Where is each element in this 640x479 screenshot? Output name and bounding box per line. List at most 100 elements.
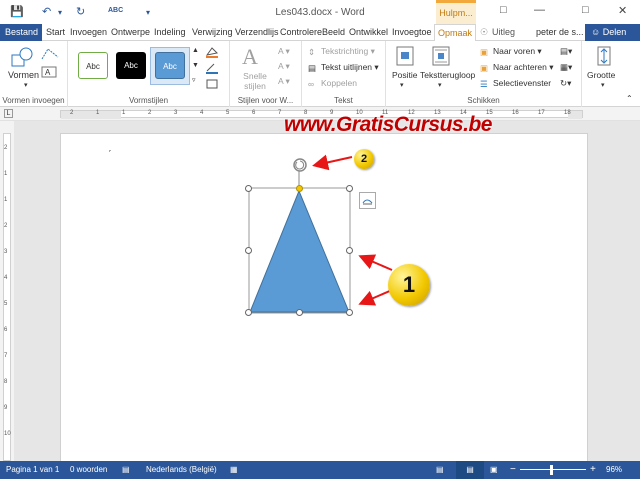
align-text-button[interactable]: ▤ Tekst uitlijnen ▾ bbox=[308, 62, 379, 73]
tab-addins[interactable]: Invoegtoe bbox=[392, 24, 432, 41]
ruler-number: 5 bbox=[226, 110, 230, 116]
resize-handle-left[interactable] bbox=[245, 247, 252, 254]
contextual-tab-group: Hulpm... bbox=[436, 0, 476, 24]
user-name[interactable]: peter de s... bbox=[536, 24, 584, 41]
shape-outline-icon[interactable] bbox=[204, 61, 224, 76]
shapes-button[interactable]: Vormen bbox=[8, 70, 39, 80]
tab-layout[interactable]: Indeling bbox=[154, 24, 186, 41]
wrap-text-icon[interactable] bbox=[432, 46, 450, 66]
svg-text:A: A bbox=[45, 68, 51, 77]
ruler-number: 18 bbox=[564, 110, 571, 116]
wrap-dropdown-icon[interactable]: ▾ bbox=[438, 81, 442, 89]
shapes-dropdown-icon[interactable]: ▾ bbox=[24, 81, 28, 89]
create-link-button[interactable]: ∞ Koppelen bbox=[308, 78, 357, 89]
vertical-ruler[interactable]: 2 1 1 2 3 4 5 6 7 8 9 10 bbox=[0, 121, 14, 461]
text-fill-icon[interactable]: A ▾ bbox=[278, 46, 290, 57]
shape-style-blue[interactable]: Abc bbox=[155, 52, 185, 79]
undo-icon[interactable]: ↶ bbox=[42, 5, 51, 18]
undo-dropdown-icon[interactable]: ▾ bbox=[58, 8, 62, 17]
send-backward-label: Naar achteren bbox=[493, 62, 547, 72]
ruler-number: 6 bbox=[252, 110, 256, 116]
shape-fill-icon[interactable] bbox=[204, 45, 224, 60]
size-icon[interactable] bbox=[596, 46, 612, 66]
vertical-ruler-number: 2 bbox=[4, 145, 8, 151]
tab-selector-icon[interactable]: L bbox=[4, 109, 13, 118]
group-wordart-styles: A Snelle stijlen A ▾ A ▾ A ▾ Stijlen voo… bbox=[230, 41, 302, 107]
resize-handle-top-left[interactable] bbox=[245, 185, 252, 192]
zoom-slider-thumb[interactable] bbox=[550, 465, 553, 475]
save-icon[interactable]: 💾 bbox=[10, 5, 24, 18]
tab-file[interactable]: Bestand bbox=[0, 24, 42, 41]
text-direction-button[interactable]: ⇕ Tekstrichting ▾ bbox=[308, 46, 375, 57]
zoom-level[interactable]: 96% bbox=[606, 461, 622, 479]
tab-references[interactable]: Verwijzing bbox=[192, 24, 233, 41]
spelling-icon[interactable]: ABC bbox=[108, 7, 123, 14]
share-button[interactable]: ☺ Delen bbox=[585, 24, 640, 41]
proofing-icon[interactable]: ▤ bbox=[122, 461, 130, 479]
person-icon: ☺ bbox=[591, 27, 603, 37]
tab-design[interactable]: Ontwerpe bbox=[111, 24, 150, 41]
tab-home[interactable]: Start bbox=[46, 24, 65, 41]
shape-effects-icon[interactable] bbox=[204, 77, 224, 92]
minimize-icon[interactable]: — bbox=[534, 4, 545, 16]
page-count[interactable]: Pagina 1 van 1 bbox=[6, 461, 59, 479]
arrow-to-rotate-handle bbox=[312, 154, 353, 171]
language[interactable]: Nederlands (België) bbox=[146, 461, 217, 479]
ruler-number: 17 bbox=[538, 110, 545, 116]
selection-pane-label: Selectievenster bbox=[493, 78, 552, 88]
ribbon: Vormen ▾ A Vormen invoegen Abc Abc Abc ▲… bbox=[0, 41, 640, 107]
zoom-in-button[interactable]: + bbox=[590, 461, 596, 479]
styles-scroll-down-icon[interactable]: ▼ bbox=[192, 62, 199, 69]
read-mode-icon[interactable]: ▤ bbox=[436, 461, 444, 479]
tell-me-box[interactable]: Uitleg bbox=[492, 24, 515, 41]
close-icon[interactable]: ✕ bbox=[618, 4, 627, 17]
shape-style-outline[interactable]: Abc bbox=[78, 52, 108, 79]
styles-scroll-up-icon[interactable]: ▲ bbox=[192, 47, 199, 54]
bring-forward-button[interactable]: ▣ Naar voren ▾ bbox=[480, 46, 542, 57]
tab-mailings[interactable]: Verzendlijs bbox=[235, 24, 279, 41]
text-outline-icon[interactable]: A ▾ bbox=[278, 61, 290, 72]
shapes-icon[interactable] bbox=[10, 46, 36, 68]
zoom-slider[interactable] bbox=[520, 469, 586, 470]
text-box-icon[interactable]: A bbox=[40, 65, 60, 79]
tab-view[interactable]: Beeld bbox=[322, 24, 345, 41]
tab-developer[interactable]: Ontwikkel bbox=[349, 24, 388, 41]
tab-format[interactable]: Opmaak bbox=[434, 24, 477, 42]
size-dropdown-icon[interactable]: ▾ bbox=[601, 81, 605, 89]
print-layout-icon[interactable]: ▤ bbox=[456, 461, 484, 479]
text-direction-label: Tekstrichting bbox=[321, 46, 369, 56]
edit-shape-icon[interactable] bbox=[40, 47, 60, 61]
vertical-ruler-number: 6 bbox=[4, 327, 8, 333]
ribbon-display-options-icon[interactable]: □ bbox=[500, 4, 507, 16]
selection-pane-button[interactable]: ☰ Selectievenster bbox=[480, 78, 551, 89]
customize-toolbar-icon[interactable]: ▾ bbox=[146, 8, 150, 17]
word-count[interactable]: 0 woorden bbox=[70, 461, 107, 479]
position-icon[interactable] bbox=[396, 46, 414, 66]
align-icon[interactable]: ▤▾ bbox=[560, 46, 572, 57]
wrap-text-button[interactable]: Tekstterugloop bbox=[420, 70, 475, 80]
resize-handle-bottom-left[interactable] bbox=[245, 309, 252, 316]
tab-insert[interactable]: Invoegen bbox=[70, 24, 107, 41]
position-dropdown-icon[interactable]: ▾ bbox=[400, 81, 404, 89]
vertical-ruler-number: 1 bbox=[4, 171, 8, 177]
maximize-icon[interactable]: □ bbox=[582, 4, 589, 16]
size-button[interactable]: Grootte bbox=[587, 70, 615, 80]
tab-review[interactable]: Controlere bbox=[280, 24, 322, 41]
styles-more-icon[interactable]: ▿ bbox=[192, 76, 196, 84]
position-button[interactable]: Positie bbox=[392, 70, 418, 80]
quick-styles-icon[interactable]: A bbox=[242, 44, 258, 70]
rotate-icon[interactable]: ↻▾ bbox=[560, 78, 571, 89]
web-layout-icon[interactable]: ▣ bbox=[490, 461, 498, 479]
zoom-out-button[interactable]: − bbox=[510, 461, 516, 479]
group-objects-icon[interactable]: ▦▾ bbox=[560, 62, 572, 73]
quick-styles-button[interactable]: Snelle stijlen bbox=[240, 71, 270, 91]
text-effects-icon[interactable]: A ▾ bbox=[278, 76, 290, 87]
shape-style-dark[interactable]: Abc bbox=[116, 52, 146, 79]
redo-icon[interactable]: ↻ bbox=[76, 5, 85, 18]
vertical-ruler-number: 2 bbox=[4, 223, 8, 229]
macro-record-icon[interactable]: ▦ bbox=[230, 461, 238, 479]
send-backward-button[interactable]: ▣ Naar achteren ▾ bbox=[480, 62, 554, 73]
text-direction-icon: ⇕ bbox=[308, 46, 316, 57]
collapse-ribbon-icon[interactable]: ⌃ bbox=[626, 94, 633, 103]
group-insert-shapes: Vormen ▾ A Vormen invoegen bbox=[0, 41, 68, 107]
